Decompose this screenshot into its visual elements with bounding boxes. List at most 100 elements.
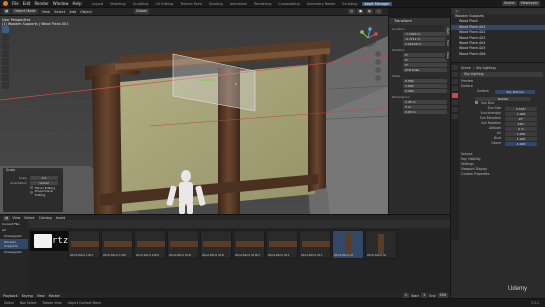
tab-sculpting[interactable]: Sculpting	[131, 2, 151, 6]
menu-edit[interactable]: Edit	[23, 1, 31, 6]
sun-size-field[interactable]: 0.545°	[505, 106, 537, 111]
asset-thumbnail[interactable]: Wood Block 3d	[365, 230, 397, 259]
object-menu[interactable]: Object	[80, 10, 92, 14]
material-shading-icon[interactable]: ◐	[366, 9, 374, 14]
select-tool-icon[interactable]	[2, 26, 9, 33]
orientation-selector[interactable]: Global	[133, 9, 149, 14]
asset-thumbnail[interactable]: Wood Block 3d.1	[299, 230, 331, 259]
object-tab-icon[interactable]	[452, 100, 458, 105]
location-z[interactable]: 2.04218 m	[403, 42, 447, 46]
tab-scripting[interactable]: Scripting	[340, 2, 359, 6]
asset-thumbnail[interactable]: Wood Block 3d.1	[266, 230, 298, 259]
tab-shading[interactable]: Shading	[207, 2, 225, 6]
rotation-mode[interactable]: XYZ Euler	[403, 68, 447, 72]
asset-editor-icon[interactable]: ▤	[3, 215, 11, 221]
properties-empty-area	[450, 240, 545, 298]
dimensions-x[interactable]: 1.25 m	[403, 100, 447, 104]
marker-menu[interactable]: Marker	[49, 294, 60, 298]
mirror-editing-checkbox[interactable]	[30, 186, 33, 189]
surface-shader-field[interactable]: Sky Texture	[495, 89, 535, 94]
asset-thumbnail[interactable]: Wood Block 3d.B	[200, 230, 232, 259]
scene-tab-icon[interactable]	[452, 86, 458, 91]
air-field[interactable]: 1.000	[505, 131, 537, 136]
scale-x[interactable]: 0.500	[403, 79, 447, 83]
scale-y[interactable]: 1.000	[403, 84, 447, 88]
tab-animation[interactable]: Animation	[228, 2, 249, 6]
timeline-view-menu[interactable]: View	[37, 294, 45, 298]
rotation-x[interactable]: 0°	[403, 53, 447, 57]
render-tab-icon[interactable]	[452, 72, 458, 77]
tab-texture-paint[interactable]: Texture Paint	[178, 2, 204, 6]
operator-orientation-value[interactable]: Global	[30, 180, 58, 185]
measure-tool-icon[interactable]	[2, 82, 9, 89]
outliner-filter-icon[interactable]: ⌕	[454, 8, 460, 14]
editor-type-icon[interactable]: ▦	[3, 9, 11, 14]
mode-selector[interactable]: Object Mode	[12, 9, 38, 14]
catalog-unassigned-2[interactable]: Unassigned	[0, 249, 28, 255]
view-layer-selector[interactable]: ViewLayer	[518, 1, 540, 6]
dimensions-z[interactable]: 0.93 m	[403, 110, 447, 114]
ozone-field[interactable]: 1.000	[505, 141, 537, 146]
sun-elevation-field[interactable]: 15°	[505, 116, 537, 121]
location-x[interactable]: -7.1929 m	[403, 32, 447, 36]
rotation-y[interactable]: 0°	[403, 58, 447, 62]
select-menu[interactable]: Select	[54, 10, 65, 14]
catalog-wooden-supports[interactable]: Wooden Supports	[0, 239, 28, 249]
operator-scale-value[interactable]: 0.5	[30, 175, 58, 180]
location-y[interactable]: -5.7111 m	[403, 37, 447, 41]
asset-thumbnail[interactable]: Wood Block 1.Bot	[68, 230, 100, 259]
tab-rendering[interactable]: Rendering	[252, 2, 273, 6]
keying-menu[interactable]: Keying	[22, 294, 33, 298]
tab-compositing[interactable]: Compositing	[276, 2, 301, 6]
add-menu[interactable]: Add	[69, 10, 76, 14]
cursor-tool-icon[interactable]	[2, 34, 9, 41]
scale-label: Scale	[392, 74, 401, 78]
asset-thumbnail-selected[interactable]: Wood Block 3d	[332, 230, 364, 259]
menu-window[interactable]: Window	[53, 1, 69, 6]
sun-rotation-field[interactable]: 146°	[505, 121, 537, 126]
asset-thumbnail[interactable]: Wood Block 3d.Mid	[233, 230, 265, 259]
asset-thumbnail[interactable]: Wood Block 3d.B	[167, 230, 199, 259]
rotation-z[interactable]: 0°	[403, 63, 447, 67]
world-tab-icon[interactable]	[452, 93, 458, 98]
move-tool-icon[interactable]	[2, 42, 9, 49]
3d-viewport[interactable]: User Perspective (1) Wooden Supports | W…	[0, 16, 388, 214]
rotate-tool-icon[interactable]	[2, 50, 9, 57]
scale-z[interactable]: 0.450	[403, 89, 447, 93]
proportional-editing-checkbox[interactable]	[30, 191, 33, 194]
menu-file[interactable]: File	[12, 1, 19, 6]
sky-type-dropdown[interactable]: Nishita	[475, 96, 531, 101]
dust-field[interactable]: 1.000	[505, 136, 537, 141]
scene-selector[interactable]: Scene	[502, 1, 517, 6]
world-name-field[interactable]: Sky Lighting	[461, 72, 543, 77]
modifier-tab-icon[interactable]	[452, 107, 458, 112]
tab-asset-manager[interactable]: Asset Manager	[362, 1, 392, 6]
view-menu[interactable]: View	[42, 10, 51, 14]
rendered-shading-icon[interactable]: ○	[375, 9, 382, 14]
asset-view-menu[interactable]: View	[12, 216, 20, 220]
tab-uv-editing[interactable]: UV Editing	[153, 2, 175, 6]
asset-thumbnail[interactable]: Wood Block 1.Mid	[101, 230, 133, 259]
dimensions-y[interactable]: 3 m	[403, 105, 447, 109]
asset-thumbnail[interactable]: Wood Block 2.Bot	[134, 230, 166, 259]
annotate-tool-icon[interactable]	[2, 74, 9, 81]
material-tab-icon[interactable]	[452, 114, 458, 119]
scale-tool-icon[interactable]	[2, 58, 9, 65]
menu-help[interactable]: Help	[72, 1, 81, 6]
sun-intensity-field[interactable]: 1.000	[505, 111, 537, 116]
playback-menu[interactable]: Playback	[3, 294, 18, 298]
tool-tab-icon[interactable]	[452, 65, 458, 70]
output-tab-icon[interactable]	[452, 79, 458, 84]
altitude-field[interactable]: 0 m	[505, 126, 537, 131]
solid-shading-icon[interactable]: ●	[357, 9, 365, 14]
overlay-toggle-icon[interactable]: ◎	[348, 9, 356, 14]
tab-layout[interactable]: Layout	[90, 2, 106, 6]
outliner-item[interactable]: Wood Plank.006	[451, 52, 545, 57]
transform-tool-icon[interactable]	[2, 66, 9, 73]
transform-header[interactable]: Transform	[389, 18, 450, 25]
tab-geometry-nodes[interactable]: Geometry Nodes	[305, 2, 338, 6]
blender-logo-icon[interactable]	[3, 1, 8, 6]
menu-render[interactable]: Render	[34, 1, 48, 6]
custom-properties-panel[interactable]: Custom Properties	[461, 172, 543, 177]
tab-modeling[interactable]: Modeling	[108, 2, 127, 6]
